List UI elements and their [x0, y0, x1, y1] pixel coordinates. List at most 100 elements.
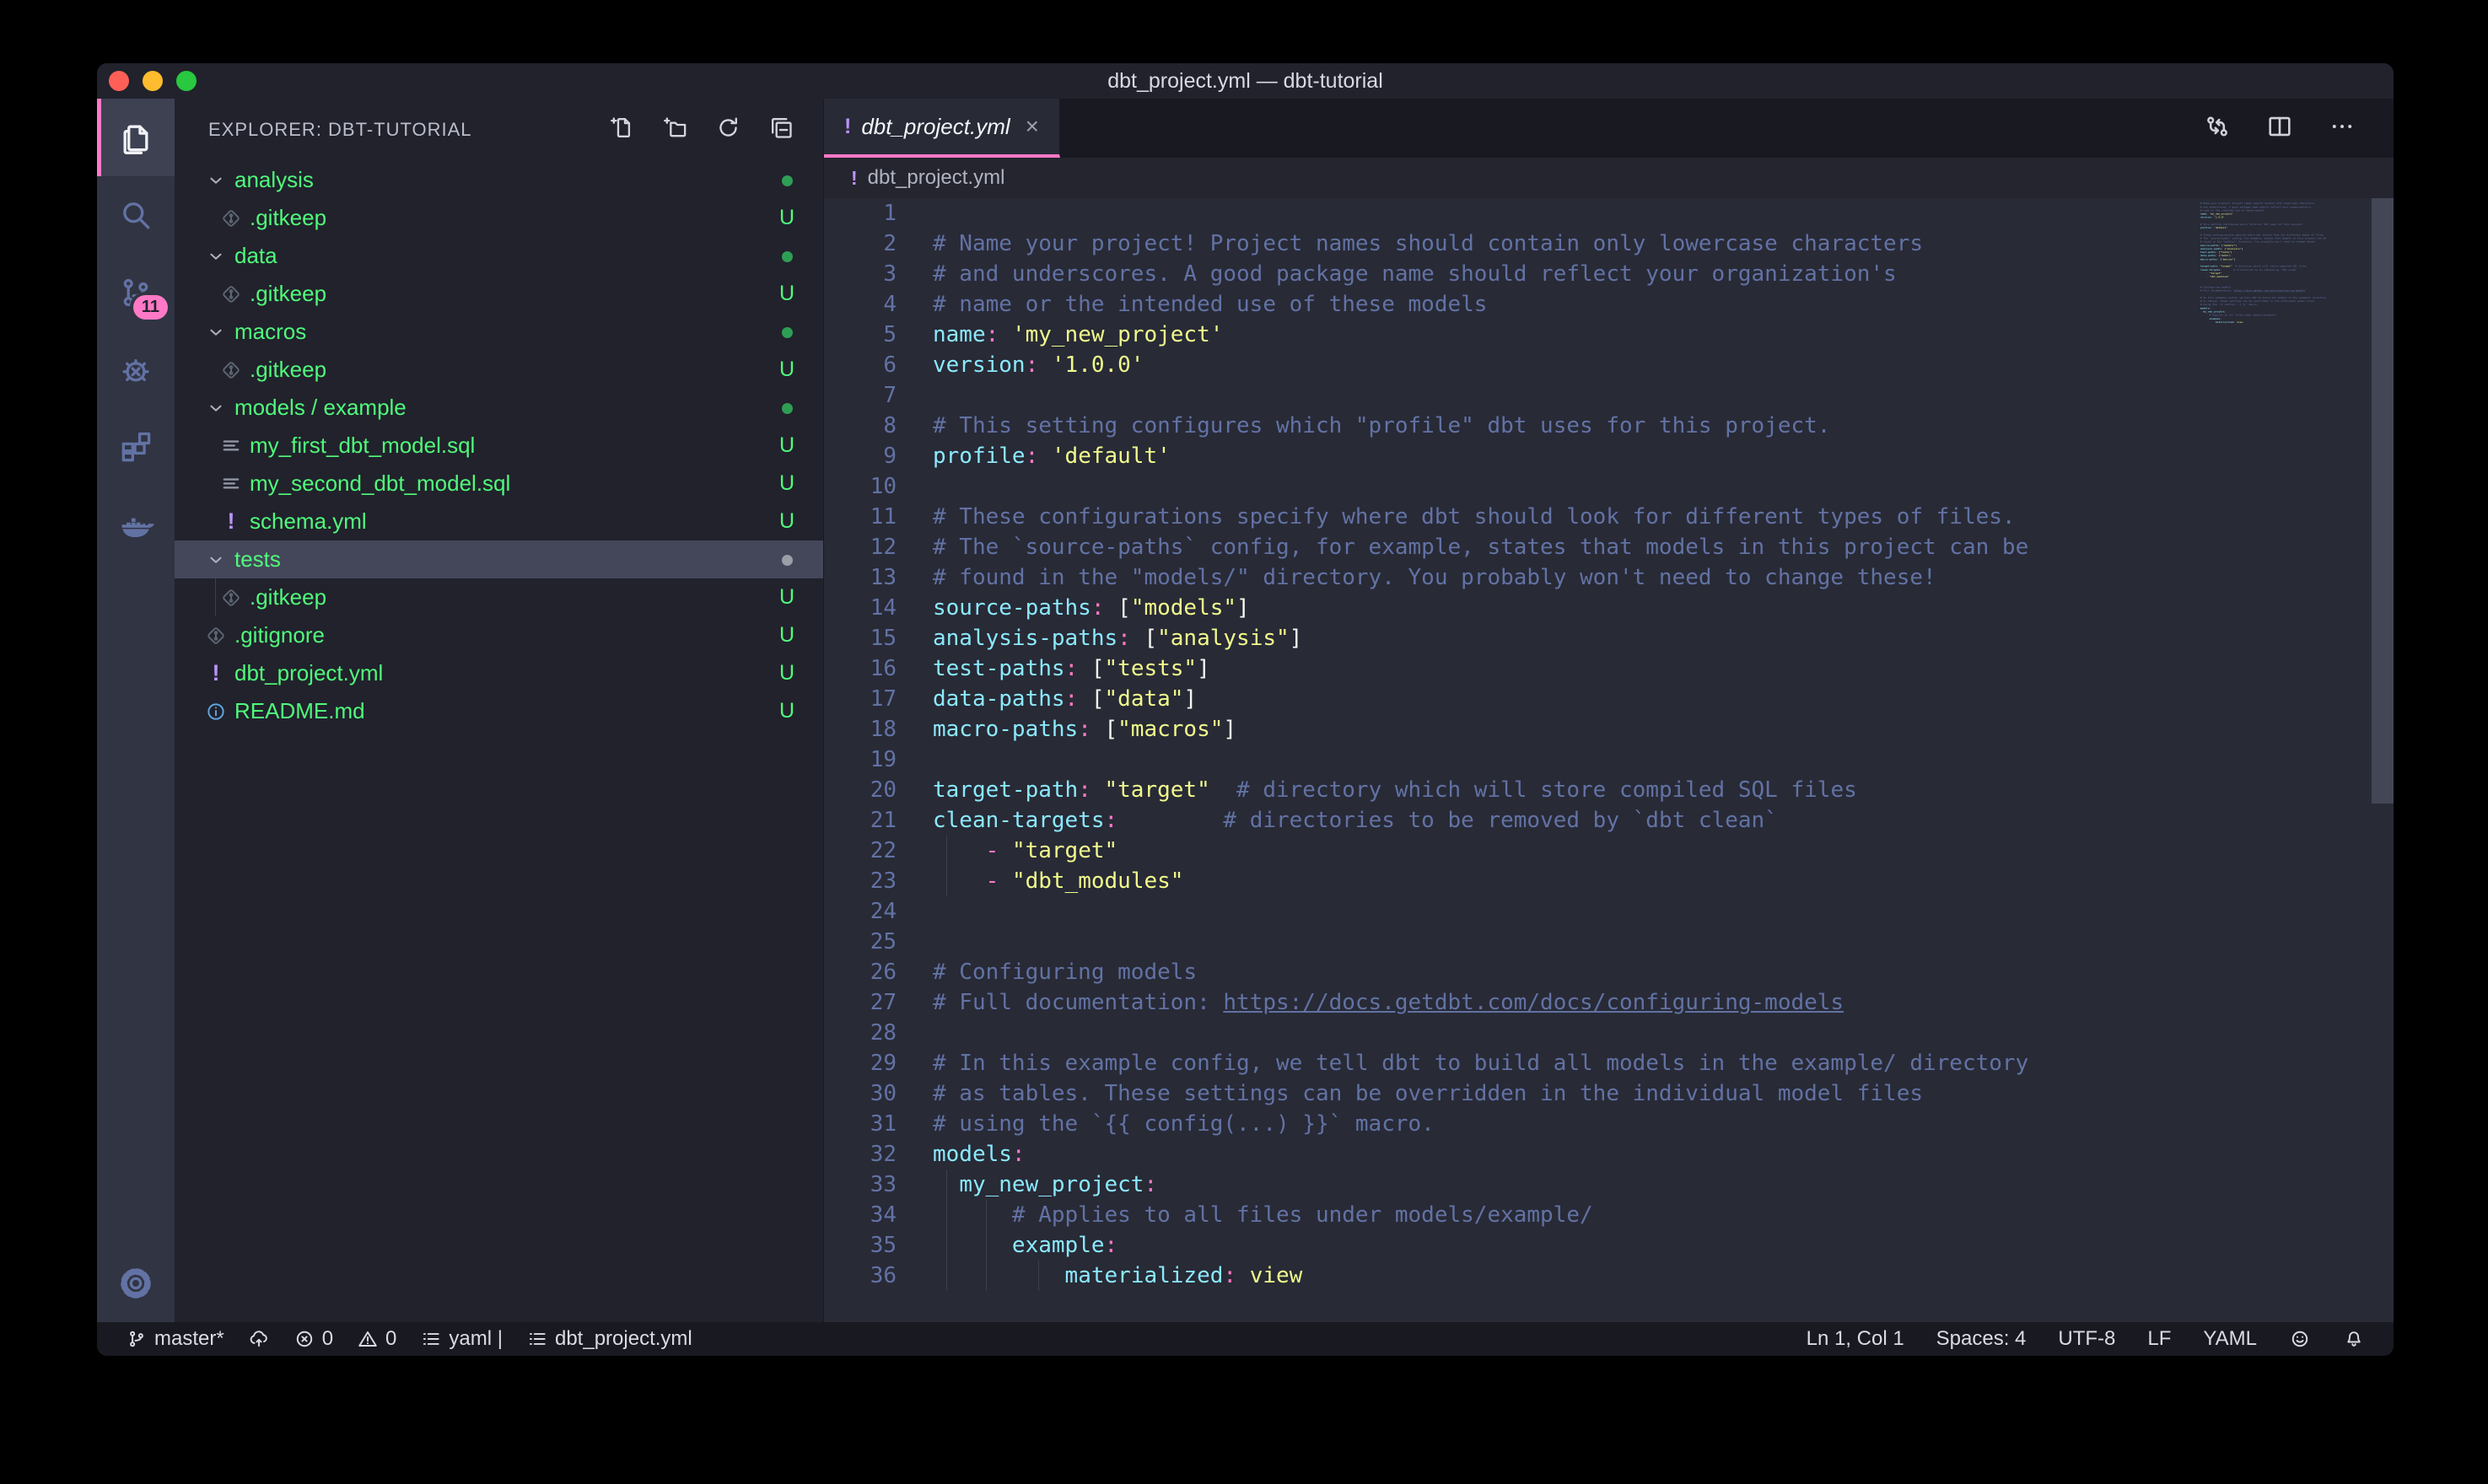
breadcrumb: ! dbt_project.yml [824, 158, 2394, 198]
code-line-4[interactable]: 4# name or the intended use of these mod… [824, 289, 2394, 320]
code-line-2[interactable]: 2# Name your project! Project names shou… [824, 229, 2394, 259]
status-active-file[interactable]: dbt_project.yml [526, 1327, 692, 1351]
minimize-window-button[interactable] [143, 71, 163, 91]
tree-item--gitignore[interactable]: .gitignoreU [175, 616, 823, 654]
status-yaml-extension[interactable]: yaml | [420, 1327, 503, 1351]
line-content: # Applies to all files under models/exam… [933, 1200, 1593, 1230]
code-line-10[interactable]: 10 [824, 471, 2394, 502]
code-line-17[interactable]: 17data-paths: ["data"] [824, 684, 2394, 714]
code-line-11[interactable]: 11# These configurations specify where d… [824, 502, 2394, 532]
tree-item--gitkeep[interactable]: .gitkeepU [175, 351, 823, 389]
line-content: name: 'my_new_project' [933, 320, 1223, 350]
status-bar: master* 00 yaml | dbt_project.yml Ln 1, Col… [97, 1322, 2394, 1356]
code-line-6[interactable]: 6version: '1.0.0' [824, 350, 2394, 380]
code-line-34[interactable]: 34 # Applies to all files under models/e… [824, 1200, 2394, 1230]
code-line-20[interactable]: 20target-path: "target" # directory whic… [824, 775, 2394, 805]
tree-folder-analysis[interactable]: analysis [175, 161, 823, 199]
code-line-24[interactable]: 24 [824, 896, 2394, 927]
code-line-35[interactable]: 35 example: [824, 1230, 2394, 1261]
tab-bar: ! dbt_project.yml × [824, 99, 2394, 158]
code-line-3[interactable]: 3# and underscores. A good package name … [824, 259, 2394, 289]
activity-item-explorer[interactable] [97, 99, 175, 176]
more-actions-button[interactable] [2328, 112, 2356, 145]
code-line-12[interactable]: 12# The `source-paths` config, for examp… [824, 532, 2394, 562]
status-sync[interactable] [248, 1328, 270, 1350]
tab-dbt-project-yml[interactable]: ! dbt_project.yml × [824, 99, 1060, 158]
info-file-icon [205, 701, 227, 723]
chevron-down-icon [205, 323, 227, 341]
code-line-30[interactable]: 30# as tables. These settings can be ove… [824, 1078, 2394, 1109]
close-window-button[interactable] [109, 71, 129, 91]
activity-item-debug[interactable] [97, 331, 175, 409]
tree-item--gitkeep[interactable]: .gitkeepU [175, 578, 823, 616]
status-notifications[interactable] [2343, 1328, 2365, 1350]
code-line-26[interactable]: 26# Configuring models [824, 957, 2394, 987]
vscode-window: dbt_project.yml — dbt-tutorial 11 EXPLOR… [97, 63, 2394, 1356]
code-line-22[interactable]: 22 - "target" [824, 836, 2394, 866]
collapse-all-button[interactable] [768, 115, 794, 145]
code-line-7[interactable]: 7 [824, 380, 2394, 411]
tree-folder-macros[interactable]: macros [175, 313, 823, 351]
activity-item-search[interactable] [97, 176, 175, 254]
tree-item-readme-md[interactable]: README.mdU [175, 692, 823, 730]
tree-item--gitkeep[interactable]: .gitkeepU [175, 199, 823, 237]
tree-item-schema-yml[interactable]: !schema.ymlU [175, 503, 823, 540]
code-line-31[interactable]: 31# using the `{{ config(...) }}` macro. [824, 1109, 2394, 1139]
tree-folder-tests[interactable]: tests [175, 540, 823, 578]
activity-item-settings[interactable] [97, 1245, 175, 1322]
code-line-32[interactable]: 32models: [824, 1139, 2394, 1169]
split-editor-button[interactable] [2265, 112, 2294, 145]
code-line-23[interactable]: 23 - "dbt_modules" [824, 866, 2394, 896]
code-line-29[interactable]: 29# In this example config, we tell dbt … [824, 1048, 2394, 1078]
code-line-9[interactable]: 9profile: 'default' [824, 441, 2394, 471]
code-line-18[interactable]: 18macro-paths: ["macros"] [824, 714, 2394, 745]
new-file-button[interactable] [609, 115, 635, 145]
tree-folder-data[interactable]: data [175, 237, 823, 275]
code-line-33[interactable]: 33 my_new_project: [824, 1169, 2394, 1200]
status-encoding[interactable]: UTF-8 [2058, 1327, 2115, 1351]
zoom-window-button[interactable] [176, 71, 197, 91]
status-problems-errors[interactable]: 0 [293, 1327, 333, 1351]
open-changes-button[interactable] [2203, 112, 2232, 145]
close-tab-icon[interactable]: × [1026, 113, 1039, 140]
code-line-8[interactable]: 8# This setting configures which "profil… [824, 411, 2394, 441]
status-feedback[interactable] [2289, 1328, 2311, 1350]
code-editor[interactable]: 12# Name your project! Project names sho… [824, 198, 2394, 1322]
line-number: 29 [824, 1048, 897, 1078]
line-content: example: [933, 1230, 1117, 1261]
code-line-21[interactable]: 21clean-targets: # directories to be rem… [824, 805, 2394, 836]
status-git-branch-label: master* [154, 1327, 224, 1351]
status-indentation[interactable]: Spaces: 4 [1936, 1327, 2027, 1351]
code-line-13[interactable]: 13# found in the "models/" directory. Yo… [824, 562, 2394, 593]
tree-item-my-first-dbt-model-sql[interactable]: my_first_dbt_model.sqlU [175, 427, 823, 465]
activity-item-extensions[interactable] [97, 409, 175, 487]
code-line-27[interactable]: 27# Full documentation: https://docs.get… [824, 987, 2394, 1018]
status-language-mode[interactable]: YAML [2203, 1327, 2257, 1351]
code-line-25[interactable]: 25 [824, 927, 2394, 957]
breadcrumb-item-filename[interactable]: dbt_project.yml [868, 166, 1005, 190]
tree-item-dbt-project-yml[interactable]: !dbt_project.ymlU [175, 654, 823, 692]
code-line-1[interactable]: 1 [824, 198, 2394, 229]
status-language-mode-label: YAML [2203, 1327, 2257, 1351]
refresh-button[interactable] [715, 115, 741, 145]
code-line-5[interactable]: 5name: 'my_new_project' [824, 320, 2394, 350]
code-line-14[interactable]: 14source-paths: ["models"] [824, 593, 2394, 623]
activity-item-source-control[interactable]: 11 [97, 254, 175, 331]
code-line-16[interactable]: 16test-paths: ["tests"] [824, 653, 2394, 684]
tree-item--gitkeep[interactable]: .gitkeepU [175, 275, 823, 313]
code-line-36[interactable]: 36 materialized: view [824, 1261, 2394, 1291]
minimap[interactable]: # Name your project! Project names shoul… [2188, 198, 2370, 1322]
new-folder-button[interactable] [662, 115, 688, 145]
tree-item-my-second-dbt-model-sql[interactable]: my_second_dbt_model.sqlU [175, 465, 823, 503]
activity-item-docker[interactable] [97, 487, 175, 564]
status-eol[interactable]: LF [2147, 1327, 2171, 1351]
code-line-28[interactable]: 28 [824, 1018, 2394, 1048]
status-git-branch[interactable]: master* [126, 1327, 224, 1351]
line-number: 20 [824, 775, 897, 805]
tree-folder-models-example[interactable]: models / example [175, 389, 823, 427]
status-problems-warnings[interactable]: 0 [357, 1327, 396, 1351]
code-line-19[interactable]: 19 [824, 745, 2394, 775]
code-line-15[interactable]: 15analysis-paths: ["analysis"] [824, 623, 2394, 653]
editor-scrollbar[interactable] [2372, 198, 2394, 804]
status-cursor-position[interactable]: Ln 1, Col 1 [1807, 1327, 1904, 1351]
